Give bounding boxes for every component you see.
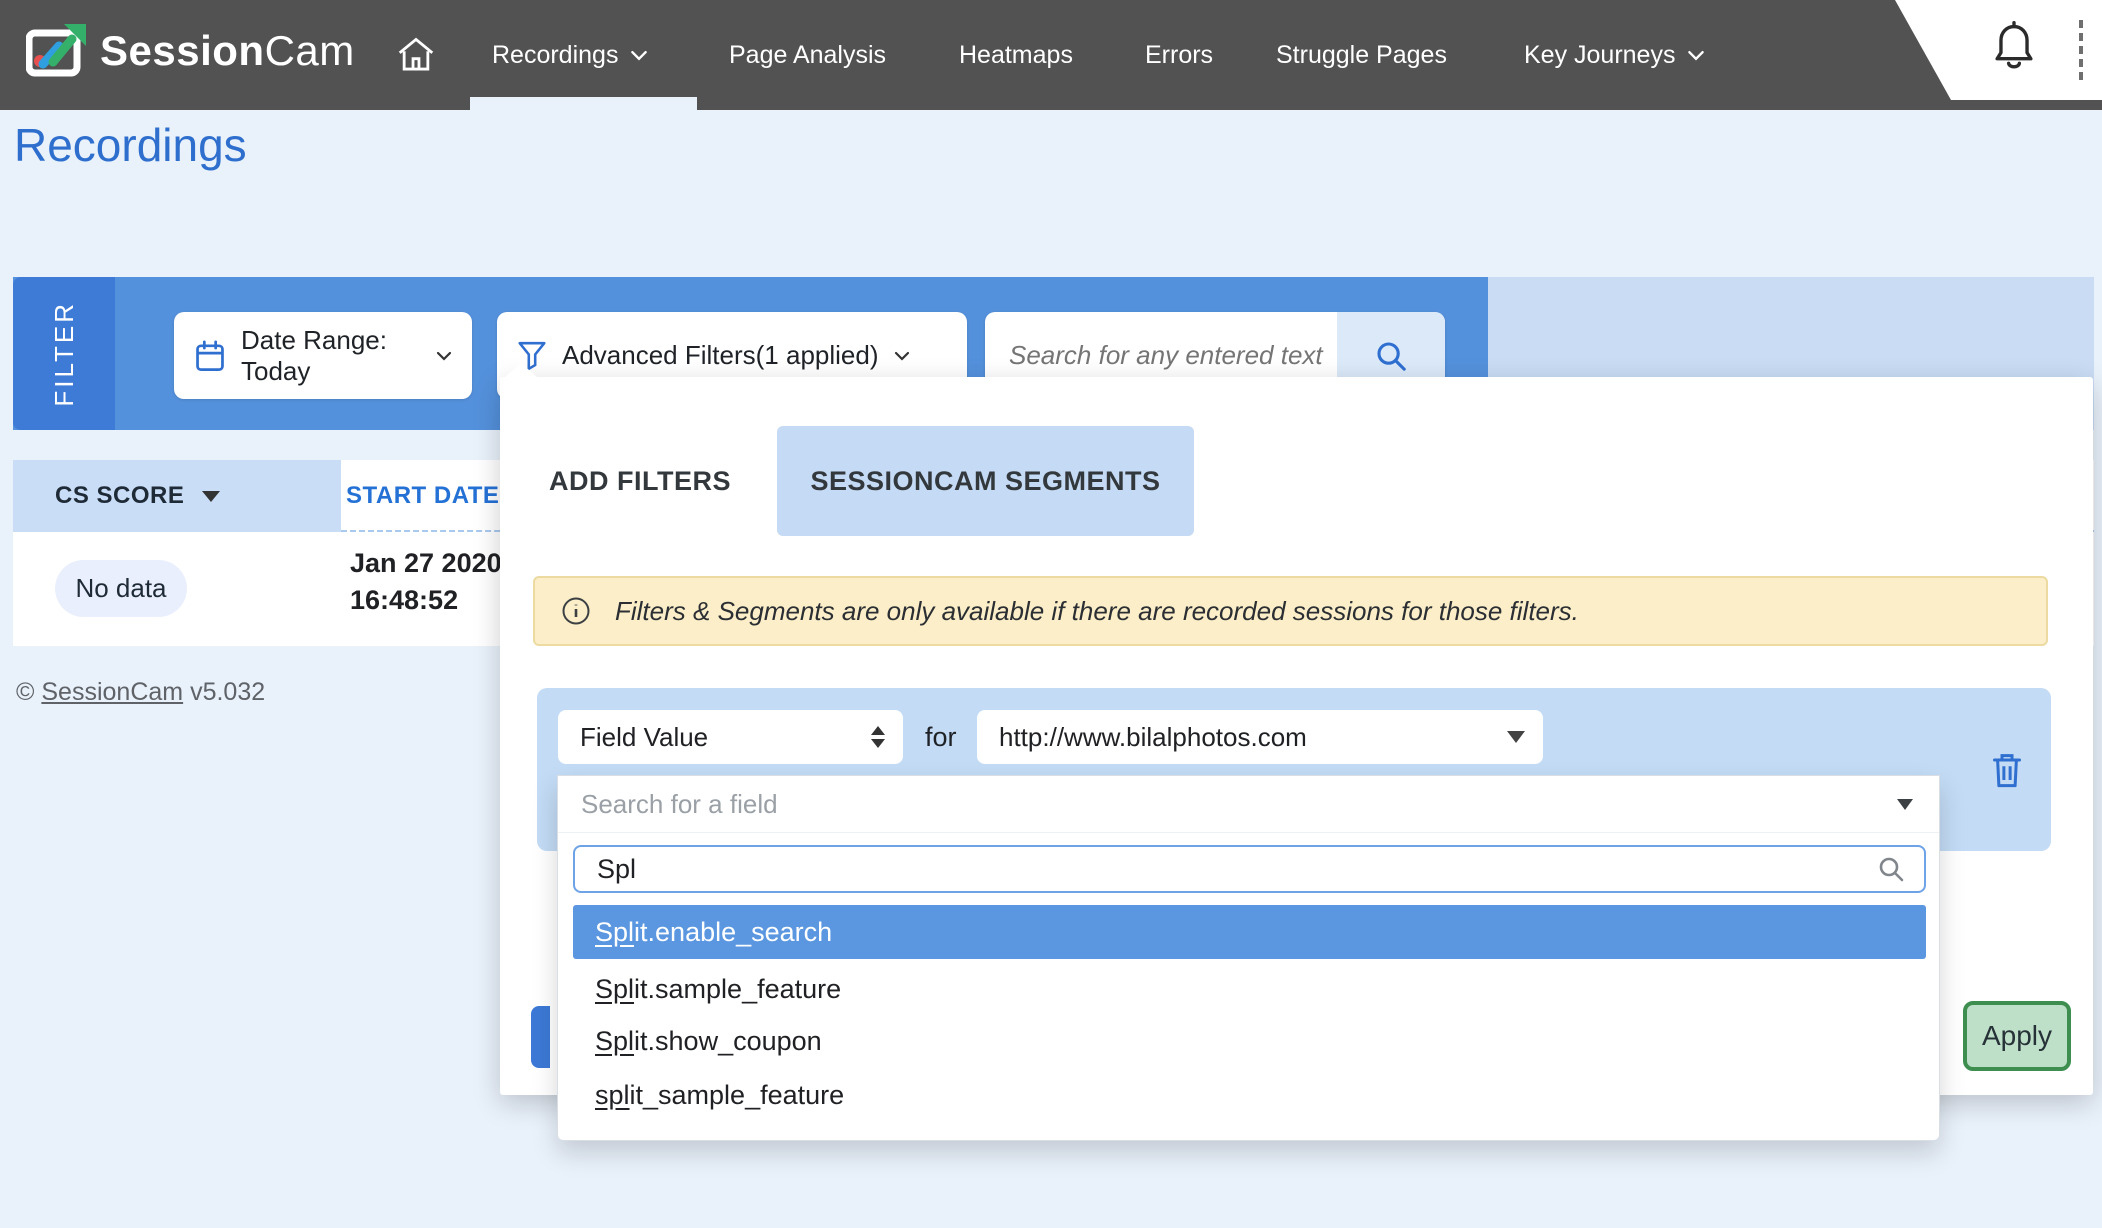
- nav-item-page-analysis[interactable]: Page Analysis: [729, 0, 886, 110]
- suggestion-item[interactable]: split_sample_feature: [573, 1068, 1926, 1123]
- panel-pointer: [505, 363, 537, 377]
- select-caret-icon: [1897, 799, 1913, 810]
- copyright-symbol: ©: [16, 678, 34, 706]
- advanced-filters-panel: ADD FILTERS SESSIONCAM SEGMENTS Filters …: [500, 377, 2093, 1095]
- nav-item-heatmaps[interactable]: Heatmaps: [959, 0, 1073, 110]
- chevron-down-icon: [630, 50, 648, 61]
- sessioncam-logo-icon: [26, 24, 86, 78]
- info-banner: Filters & Segments are only available if…: [533, 576, 2048, 646]
- select-updown-icon: [871, 726, 885, 748]
- field-combobox[interactable]: Search for a field: [558, 776, 1939, 833]
- nav-label: Recordings: [492, 41, 618, 70]
- home-icon: [395, 35, 437, 75]
- home-button[interactable]: [395, 0, 437, 110]
- column-header-cs-score[interactable]: CS SCORE: [13, 460, 341, 532]
- trash-icon: [1989, 750, 2025, 790]
- field-search-dropdown: Search for a field Split.enable_search S…: [557, 775, 1940, 1141]
- delete-filter-button[interactable]: [1985, 746, 2029, 794]
- nav-label: Errors: [1145, 41, 1213, 70]
- tab-add-filters[interactable]: ADD FILTERS: [540, 426, 740, 536]
- start-date-value: Jan 27 2020, 16:48:52: [350, 545, 509, 619]
- nav-corner-panel: [1895, 0, 2102, 100]
- nav-label: Page Analysis: [729, 41, 886, 70]
- chevron-down-icon: [436, 351, 452, 361]
- apply-button[interactable]: Apply: [1963, 1001, 2071, 1071]
- brand-name: SessionCam: [100, 27, 355, 75]
- suggestion-item[interactable]: Split.sample_feature: [573, 964, 1926, 1015]
- calendar-icon: [194, 339, 226, 373]
- for-label: for: [925, 710, 957, 764]
- advanced-filters-label: Advanced Filters(1 applied): [562, 340, 879, 371]
- sort-desc-icon: [202, 491, 220, 502]
- brand-logo[interactable]: SessionCam: [26, 24, 355, 78]
- nav-label: Key Journeys: [1524, 41, 1675, 70]
- start-date-label: START DATE: [346, 482, 499, 510]
- cs-score-badge: No data: [55, 560, 187, 617]
- info-banner-text: Filters & Segments are only available if…: [615, 596, 1579, 627]
- footer-version: v5.032: [190, 678, 265, 706]
- date-range-button[interactable]: Date Range: Today: [174, 312, 472, 399]
- search-icon: [1876, 854, 1924, 884]
- site-select[interactable]: http://www.bilalphotos.com: [977, 710, 1543, 764]
- nav-item-errors[interactable]: Errors: [1145, 0, 1213, 110]
- filter-side-tab[interactable]: FILTER: [13, 277, 115, 430]
- nav-label: Struggle Pages: [1276, 41, 1447, 70]
- nav-label: Heatmaps: [959, 41, 1073, 70]
- nav-item-struggle-pages[interactable]: Struggle Pages: [1276, 0, 1447, 110]
- notifications-bell-icon[interactable]: [1991, 20, 2037, 76]
- search-icon: [1373, 338, 1409, 374]
- page-title: Recordings: [14, 118, 247, 172]
- field-search-input[interactable]: [575, 854, 1876, 885]
- hidden-button-edge: [531, 1006, 550, 1068]
- tab-sessioncam-segments[interactable]: SESSIONCAM SEGMENTS: [777, 426, 1194, 536]
- footer-brand-link[interactable]: SessionCam: [41, 678, 183, 706]
- top-nav: SessionCam Recordings Page Analysis Heat…: [0, 0, 2102, 110]
- screen: SessionCam Recordings Page Analysis Heat…: [0, 0, 2102, 1228]
- field-type-select[interactable]: Field Value: [558, 710, 903, 764]
- suggestion-item[interactable]: Split.show_coupon: [573, 1015, 1926, 1068]
- field-combobox-placeholder: Search for a field: [581, 789, 778, 820]
- chevron-down-icon: [1687, 50, 1705, 61]
- chevron-down-icon: [894, 351, 910, 361]
- active-tab-indicator: [470, 97, 697, 110]
- date-range-label: Date Range: Today: [241, 325, 421, 387]
- nav-item-key-journeys[interactable]: Key Journeys: [1524, 0, 1705, 110]
- nav-divider-dashes: [2079, 20, 2083, 80]
- filter-tab-label: FILTER: [49, 301, 80, 407]
- field-search-box: [573, 845, 1926, 893]
- suggestion-item-selected[interactable]: Split.enable_search: [573, 905, 1926, 959]
- cs-score-label: CS SCORE: [55, 482, 184, 510]
- column-header-start-date[interactable]: START DATE: [346, 460, 499, 532]
- info-icon: [561, 596, 591, 626]
- nav-item-recordings[interactable]: Recordings: [492, 0, 648, 110]
- footer: © SessionCam v5.032: [16, 678, 265, 707]
- select-caret-icon: [1507, 731, 1525, 743]
